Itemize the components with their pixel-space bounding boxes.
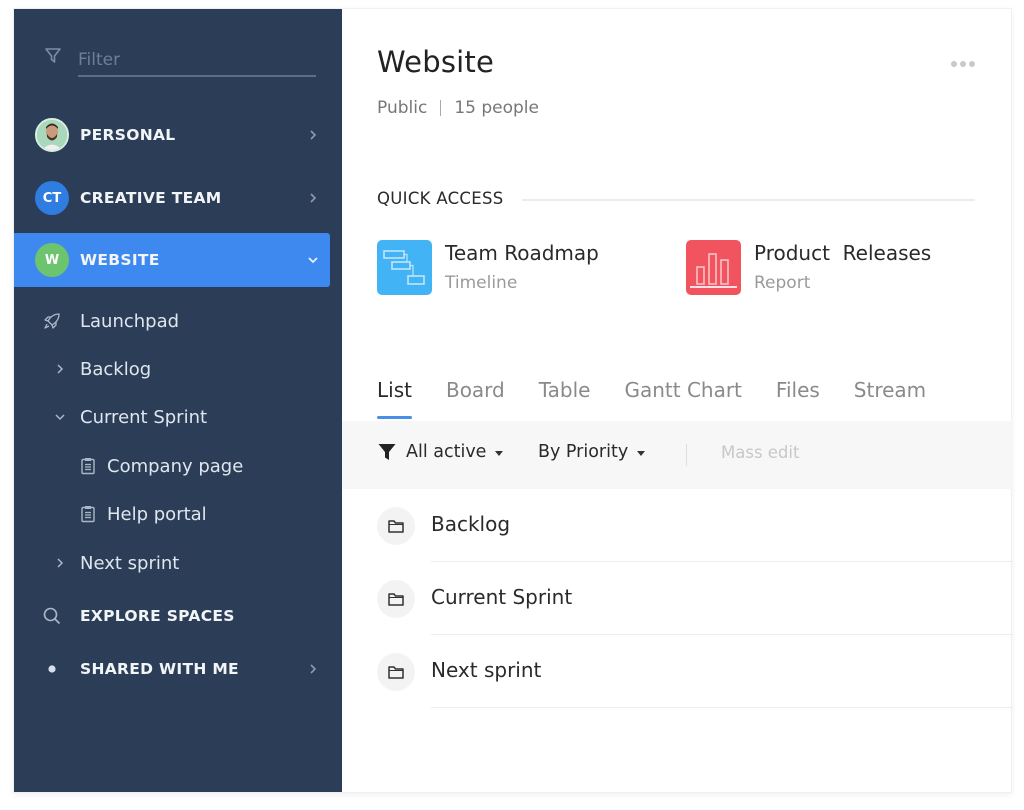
dot-icon — [45, 662, 59, 676]
tab-list[interactable]: List — [377, 378, 412, 420]
quick-access-subtitle: Timeline — [445, 273, 518, 293]
view-tabs: List Board Table Gantt Chart Files Strea… — [377, 378, 960, 420]
chevron-down-icon — [306, 253, 320, 267]
chevron-right-icon[interactable] — [50, 359, 70, 379]
space-label: CREATIVE TEAM — [80, 189, 222, 207]
list-toolbar: All active By Priority Mass edit — [342, 421, 1013, 489]
sidebar: PERSONAL CT CREATIVE TEAM W WEBSITE — [14, 9, 342, 792]
app-window: PERSONAL CT CREATIVE TEAM W WEBSITE — [13, 8, 1013, 793]
quick-access-title: Team Roadmap — [445, 241, 599, 265]
tab-stream[interactable]: Stream — [854, 378, 926, 420]
rocket-icon — [42, 311, 62, 331]
space-website[interactable]: W WEBSITE — [14, 233, 330, 287]
nav-label: Company page — [107, 455, 244, 477]
space-creative-team[interactable]: CT CREATIVE TEAM — [14, 171, 330, 225]
avatar: W — [35, 243, 69, 277]
toolbar-divider — [686, 444, 687, 466]
filter-icon — [44, 47, 62, 65]
avatar: CT — [35, 181, 69, 215]
row-divider — [431, 561, 1013, 562]
nav-label: Next sprint — [80, 552, 180, 574]
tab-board[interactable]: Board — [446, 378, 505, 420]
nav-label: Backlog — [80, 358, 152, 380]
folder-icon — [377, 507, 415, 545]
more-options-button[interactable] — [951, 57, 977, 71]
folder-icon — [377, 653, 415, 691]
more-dot-icon — [960, 61, 966, 67]
visibility-label: Public — [377, 98, 428, 118]
chevron-right-icon — [306, 662, 320, 676]
quick-access-title: Product Releases — [754, 241, 932, 265]
nav-label: Help portal — [107, 503, 207, 525]
shared-label: SHARED WITH ME — [80, 660, 239, 678]
avatar — [35, 118, 69, 152]
quick-access-divider — [522, 199, 975, 201]
clipboard-icon — [78, 456, 98, 476]
caret-down-icon — [637, 451, 646, 456]
more-dot-icon — [969, 61, 975, 67]
tab-gantt-chart[interactable]: Gantt Chart — [624, 378, 741, 420]
shared-with-me[interactable]: SHARED WITH ME — [14, 642, 330, 696]
tab-table[interactable]: Table — [539, 378, 591, 420]
nav-current-sprint[interactable]: Current Sprint — [14, 397, 330, 437]
folder-row[interactable]: Next sprint — [342, 636, 1013, 708]
avatar-initials: CT — [42, 190, 62, 206]
status-filter-label: All active — [406, 442, 487, 462]
main-panel: Website Public 15 people QUICK ACCESS Te… — [342, 9, 1013, 792]
quick-access-subtitle: Report — [754, 273, 811, 293]
folder-row[interactable]: Current Sprint — [342, 563, 1013, 635]
row-divider — [431, 707, 1013, 708]
nav-company-page[interactable]: Company page — [14, 446, 330, 486]
space-label: WEBSITE — [80, 251, 160, 269]
page-title: Website — [377, 45, 495, 79]
mass-edit-button[interactable]: Mass edit — [721, 443, 799, 462]
sort-label: By Priority — [538, 442, 629, 462]
timeline-icon — [377, 240, 432, 295]
search-icon — [41, 605, 63, 627]
nav-label: Launchpad — [80, 310, 180, 332]
caret-down-icon — [495, 451, 504, 456]
space-meta: Public 15 people — [377, 98, 539, 118]
report-icon — [686, 240, 741, 295]
status-filter-dropdown[interactable]: All active — [377, 442, 504, 462]
chevron-down-icon[interactable] — [50, 407, 70, 427]
people-count[interactable]: 15 people — [454, 98, 539, 118]
avatar-initials: W — [44, 252, 60, 268]
chevron-right-icon — [306, 191, 320, 205]
nav-backlog[interactable]: Backlog — [14, 349, 330, 389]
chevron-right-icon[interactable] — [50, 553, 70, 573]
chevron-right-icon — [306, 128, 320, 142]
nav-next-sprint[interactable]: Next sprint — [14, 543, 330, 583]
nav-launchpad[interactable]: Launchpad — [14, 301, 330, 341]
explore-label: EXPLORE SPACES — [80, 607, 235, 625]
space-personal[interactable]: PERSONAL — [14, 108, 330, 162]
quick-access-product-releases[interactable]: Product Releases Report — [686, 240, 931, 296]
folder-icon — [377, 580, 415, 618]
quick-access-heading: QUICK ACCESS — [377, 189, 504, 208]
filter-icon — [378, 444, 396, 460]
explore-spaces[interactable]: EXPLORE SPACES — [14, 589, 330, 643]
folder-label: Next sprint — [431, 658, 542, 682]
meta-divider — [440, 100, 442, 116]
space-label: PERSONAL — [80, 126, 176, 144]
nav-label: Current Sprint — [80, 406, 208, 428]
clipboard-icon — [78, 504, 98, 524]
tab-files[interactable]: Files — [776, 378, 820, 420]
sort-dropdown[interactable]: By Priority — [538, 442, 646, 462]
nav-help-portal[interactable]: Help portal — [14, 494, 330, 534]
folder-label: Current Sprint — [431, 585, 573, 609]
filter-box — [44, 43, 316, 79]
filter-input[interactable] — [78, 43, 316, 77]
row-divider — [431, 634, 1013, 635]
more-dot-icon — [951, 61, 957, 67]
folder-label: Backlog — [431, 512, 511, 536]
quick-access-team-roadmap[interactable]: Team Roadmap Timeline — [377, 240, 599, 296]
folder-row[interactable]: Backlog — [342, 490, 1013, 562]
